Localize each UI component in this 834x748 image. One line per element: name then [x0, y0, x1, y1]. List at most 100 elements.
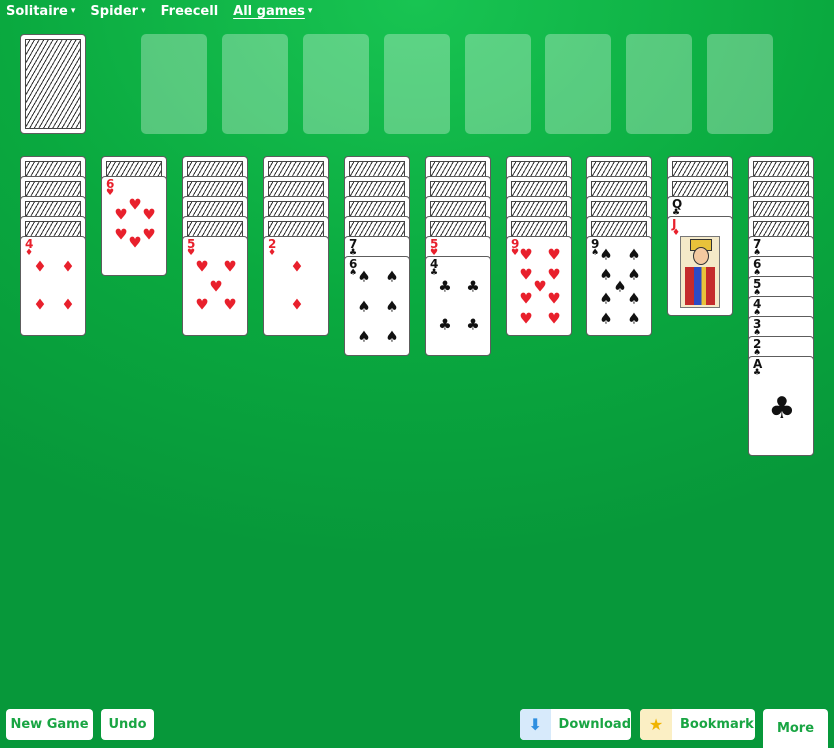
playing-card[interactable]: A ♣ ♣	[748, 356, 814, 456]
suit-pip-icon: ♥	[547, 245, 561, 264]
suit-pip-icon: ♥	[195, 295, 209, 314]
suit-pip-icon: ♠	[599, 289, 613, 308]
new-game-label: New Game	[10, 717, 89, 732]
suit-pip-icon: ♥	[519, 265, 533, 284]
playing-card[interactable]: 9 ♠ ♠ ♠ ♠ ♠ ♠ ♠ ♠ ♠ ♠	[586, 236, 652, 336]
suit-pip-icon: ♠	[599, 309, 613, 328]
suit-pip-icon: ♠	[627, 309, 641, 328]
suit-pip-icon: ♥	[142, 225, 156, 244]
suit-pip-icon: ♥	[519, 289, 533, 308]
nav-item-spider[interactable]: Spider ▾	[90, 3, 145, 19]
suit-pip-icon: ♥	[223, 295, 237, 314]
download-label: Download	[558, 717, 631, 732]
jack-face-icon	[680, 236, 720, 308]
nav-label: Solitaire	[6, 3, 68, 19]
foundation-slot[interactable]	[141, 34, 207, 134]
chevron-down-icon: ▾	[307, 6, 313, 16]
playing-card[interactable]: 5 ♥ ♥ ♥ ♥ ♥ ♥	[182, 236, 248, 336]
suit-pip-icon: ♠	[613, 277, 627, 296]
card-suit-icon: ♠	[349, 268, 358, 278]
nav-item-all-games[interactable]: All games ▾	[233, 3, 312, 19]
suit-pip-icon: ♠	[385, 297, 399, 316]
suit-pip-icon: ♦	[61, 295, 75, 314]
suit-pip-icon: ♦	[33, 257, 47, 276]
undo-label: Undo	[108, 717, 147, 732]
playing-card[interactable]: 6 ♥ ♥ ♥ ♥ ♥ ♥ ♥	[101, 176, 167, 276]
card-suit-icon: ♥	[106, 188, 115, 198]
suit-pip-icon: ♠	[627, 265, 641, 284]
nav-label: Spider	[90, 3, 139, 19]
chevron-down-icon: ▾	[141, 6, 146, 16]
suit-pip-icon: ♥	[114, 205, 128, 224]
suit-pip-icon: ♦	[290, 257, 304, 276]
suit-pip-icon: ♥	[547, 289, 561, 308]
suit-pip-icon: ♦	[61, 257, 75, 276]
suit-pip-icon: ♠	[357, 267, 371, 286]
foundation-slot[interactable]	[626, 34, 692, 134]
more-button[interactable]: More	[763, 709, 828, 748]
foundation-slot[interactable]	[465, 34, 531, 134]
foundation-slot[interactable]	[222, 34, 288, 134]
suit-pip-icon: ♥	[142, 205, 156, 224]
stock-pile[interactable]	[20, 34, 86, 134]
download-arrow-icon: ⬇	[520, 709, 551, 740]
suit-pip-icon: ♥	[547, 265, 561, 284]
suit-pip-icon: ♣	[466, 277, 480, 296]
suit-pip-icon: ♠	[627, 245, 641, 264]
card-back-pattern	[25, 39, 81, 129]
nav-item-solitaire[interactable]: Solitaire ▾	[6, 3, 75, 19]
more-label: More	[776, 721, 815, 736]
nav-item-freecell[interactable]: Freecell	[161, 3, 219, 19]
download-button[interactable]: ⬇ Download	[520, 709, 631, 740]
new-game-button[interactable]: New Game	[6, 709, 93, 740]
suit-pip-icon: ♠	[599, 245, 613, 264]
suit-pip-icon: ♥	[519, 245, 533, 264]
playing-card[interactable]: 4 ♦ ♦ ♦ ♦ ♦	[20, 236, 86, 336]
suit-pip-icon: ♣	[438, 277, 452, 296]
playing-card[interactable]: 9 ♥ ♥ ♥ ♥ ♥ ♥ ♥ ♥ ♥ ♥	[506, 236, 572, 336]
suit-pip-icon: ♥	[223, 257, 237, 276]
playing-card[interactable]: 4 ♣ ♣ ♣ ♣ ♣	[425, 256, 491, 356]
card-suit-icon: ♦	[672, 228, 681, 238]
card-suit-icon: ♣	[430, 268, 439, 278]
chevron-down-icon: ▾	[70, 6, 76, 16]
card-suit-icon: ♦	[268, 248, 277, 258]
card-suit-icon: ♣	[753, 368, 762, 378]
foundation-slot[interactable]	[707, 34, 773, 134]
suit-pip-icon: ♣	[466, 315, 480, 334]
playing-card[interactable]: 2 ♦ ♦ ♦	[263, 236, 329, 336]
card-suit-icon: ♥	[187, 248, 196, 258]
suit-pip-icon: ♥	[209, 277, 223, 296]
card-suit-icon: ♦	[25, 248, 34, 258]
suit-pip-icon: ♥	[128, 195, 142, 214]
foundation-slot[interactable]	[384, 34, 450, 134]
star-icon: ★	[640, 709, 672, 740]
nav-label: Freecell	[160, 3, 219, 19]
suit-pip-icon: ♠	[385, 267, 399, 286]
suit-pip-icon: ♠	[357, 327, 371, 346]
suit-pip-icon: ♥	[533, 277, 547, 296]
suit-pip-icon: ♣	[768, 391, 796, 426]
suit-pip-icon: ♥	[547, 309, 561, 328]
nav-label: All games	[233, 3, 305, 19]
playing-card[interactable]: 6 ♠ ♠ ♠ ♠ ♠ ♠ ♠	[344, 256, 410, 356]
suit-pip-icon: ♥	[195, 257, 209, 276]
suit-pip-icon: ♥	[519, 309, 533, 328]
undo-button[interactable]: Undo	[101, 709, 154, 740]
suit-pip-icon: ♠	[627, 289, 641, 308]
suit-pip-icon: ♥	[128, 233, 142, 252]
suit-pip-icon: ♦	[33, 295, 47, 314]
suit-pip-icon: ♠	[599, 265, 613, 284]
suit-pip-icon: ♠	[385, 327, 399, 346]
foundation-slot[interactable]	[545, 34, 611, 134]
bookmark-label: Bookmark	[680, 717, 754, 732]
foundation-slot[interactable]	[303, 34, 369, 134]
top-nav: Solitaire ▾ Spider ▾ Freecell All games ▾	[6, 3, 327, 19]
suit-pip-icon: ♣	[438, 315, 452, 334]
suit-pip-icon: ♠	[357, 297, 371, 316]
card-suit-icon: ♥	[511, 248, 520, 258]
card-suit-icon: ♠	[591, 248, 600, 258]
playing-card[interactable]: J ♦	[667, 216, 733, 316]
suit-pip-icon: ♦	[290, 295, 304, 314]
bookmark-button[interactable]: ★ Bookmark	[640, 709, 755, 740]
